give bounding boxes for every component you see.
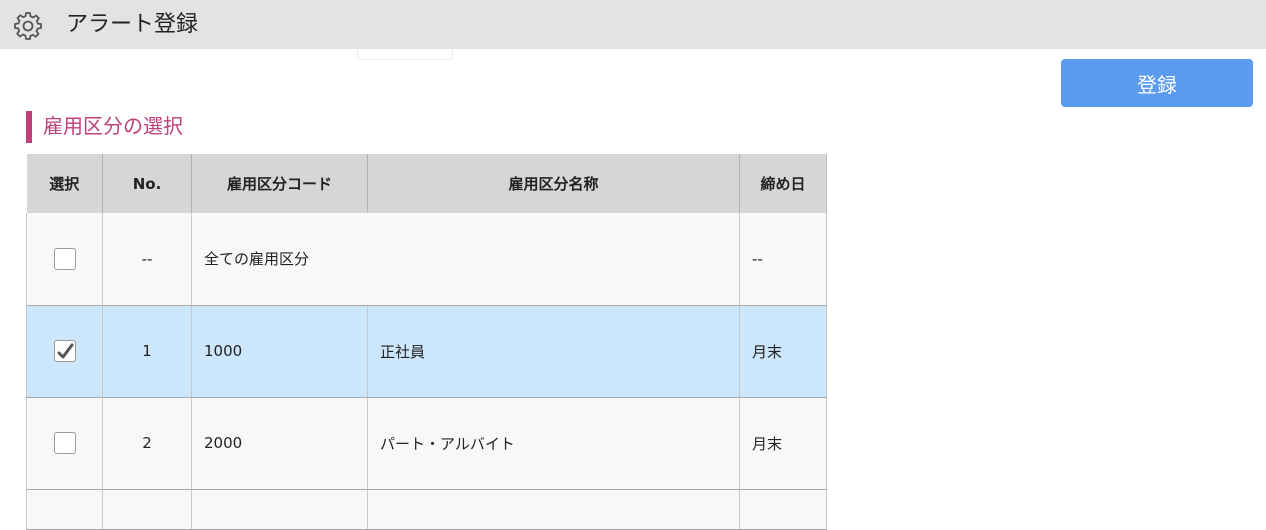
no-cell: -- — [102, 213, 192, 306]
no-cell: 1 — [102, 305, 192, 398]
column-header-closing: 締め日 — [739, 154, 827, 213]
select-cell — [26, 213, 103, 306]
no-cell: 2 — [102, 397, 192, 490]
table-row[interactable]: 1 1000 正社員 月末 — [26, 305, 827, 398]
code-cell: 2000 — [191, 397, 368, 490]
checkmark-icon — [57, 343, 73, 359]
row-checkbox[interactable] — [53, 340, 76, 362]
name-cell: パート・アルバイト — [367, 397, 740, 490]
select-cell — [26, 489, 103, 530]
column-header-name: 雇用区分名称 — [367, 154, 740, 213]
closing-cell: 月末 — [739, 397, 827, 490]
closing-cell — [739, 489, 827, 530]
closing-cell: -- — [739, 213, 827, 306]
collapsed-tab — [357, 49, 453, 60]
table-row[interactable]: 2 2000 パート・アルバイト 月末 — [26, 397, 827, 490]
gear-icon[interactable] — [13, 11, 43, 41]
table-row[interactable]: -- 全ての雇用区分 -- — [26, 213, 827, 306]
column-header-no: No. — [102, 154, 192, 213]
name-cell: 正社員 — [367, 305, 740, 398]
code-cell: 1000 — [191, 305, 368, 398]
page-title: アラート登録 — [66, 12, 199, 37]
column-header-code: 雇用区分コード — [191, 154, 368, 213]
code-cell: 全ての雇用区分 — [191, 213, 740, 306]
closing-cell: 月末 — [739, 305, 827, 398]
no-cell — [102, 489, 192, 530]
select-cell — [26, 397, 103, 490]
title-bar: アラート登録 — [0, 0, 1266, 49]
table-row[interactable] — [26, 489, 827, 530]
row-checkbox[interactable] — [53, 432, 76, 454]
table-header-row: 選択 No. 雇用区分コード 雇用区分名称 締め日 — [26, 154, 827, 213]
row-checkbox[interactable] — [53, 247, 76, 270]
register-button[interactable]: 登録 — [1061, 59, 1253, 107]
code-cell — [191, 489, 368, 530]
column-header-select: 選択 — [26, 154, 103, 213]
employment-type-table: 選択 No. 雇用区分コード 雇用区分名称 締め日 -- 全ての雇用区分 -- — [26, 154, 827, 530]
name-cell — [367, 489, 740, 530]
section-title: 雇用区分の選択 — [26, 111, 183, 143]
select-cell — [26, 305, 103, 398]
